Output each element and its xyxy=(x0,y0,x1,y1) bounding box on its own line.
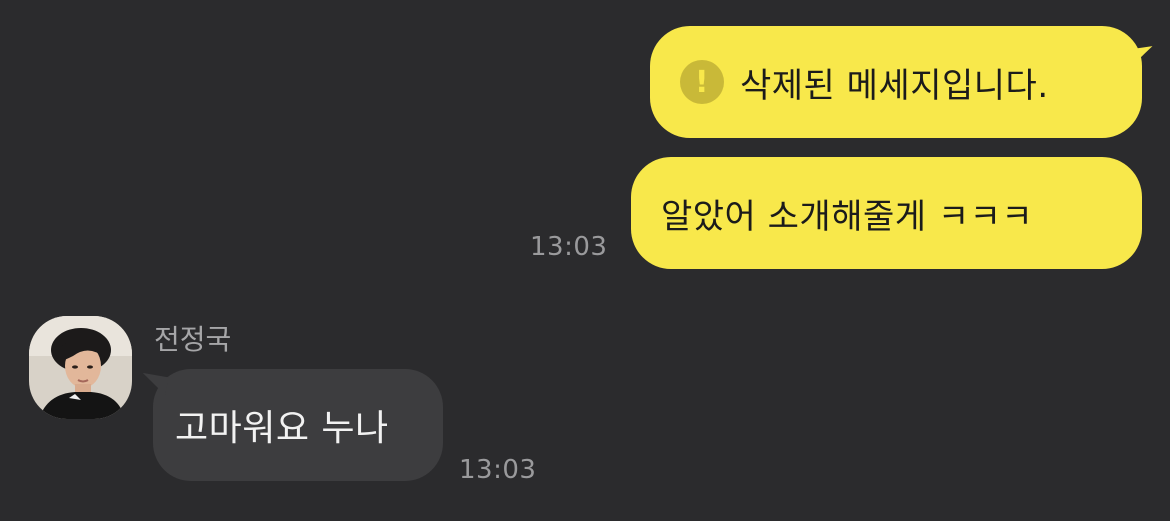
bubble-tail xyxy=(139,372,169,396)
bubble-tail xyxy=(1124,46,1156,70)
exclamation-circle-icon: ! xyxy=(680,60,724,104)
received-timestamp: 13:03 xyxy=(459,455,537,485)
sent-message-deleted[interactable]: ! 삭제된 메세지입니다. xyxy=(650,26,1156,138)
received-message[interactable]: 고마워요 누나 xyxy=(139,369,443,481)
deleted-message-text: 삭제된 메세지입니다. xyxy=(740,65,1049,106)
sender-name: 전정국 xyxy=(154,323,232,356)
chat-window: ! 삭제된 메세지입니다. 알았어 소개해줄게 ㅋㅋㅋ 13:03 전정국 고마… xyxy=(0,0,1170,521)
avatar-photo-icon xyxy=(29,316,132,419)
sent-message-text: 알았어 소개해줄게 ㅋㅋㅋ xyxy=(661,196,1034,237)
avatar[interactable] xyxy=(29,316,132,419)
received-message-text: 고마워요 누나 xyxy=(175,408,389,449)
sent-message[interactable]: 알았어 소개해줄게 ㅋㅋㅋ xyxy=(631,157,1142,269)
sent-timestamp: 13:03 xyxy=(530,232,608,262)
